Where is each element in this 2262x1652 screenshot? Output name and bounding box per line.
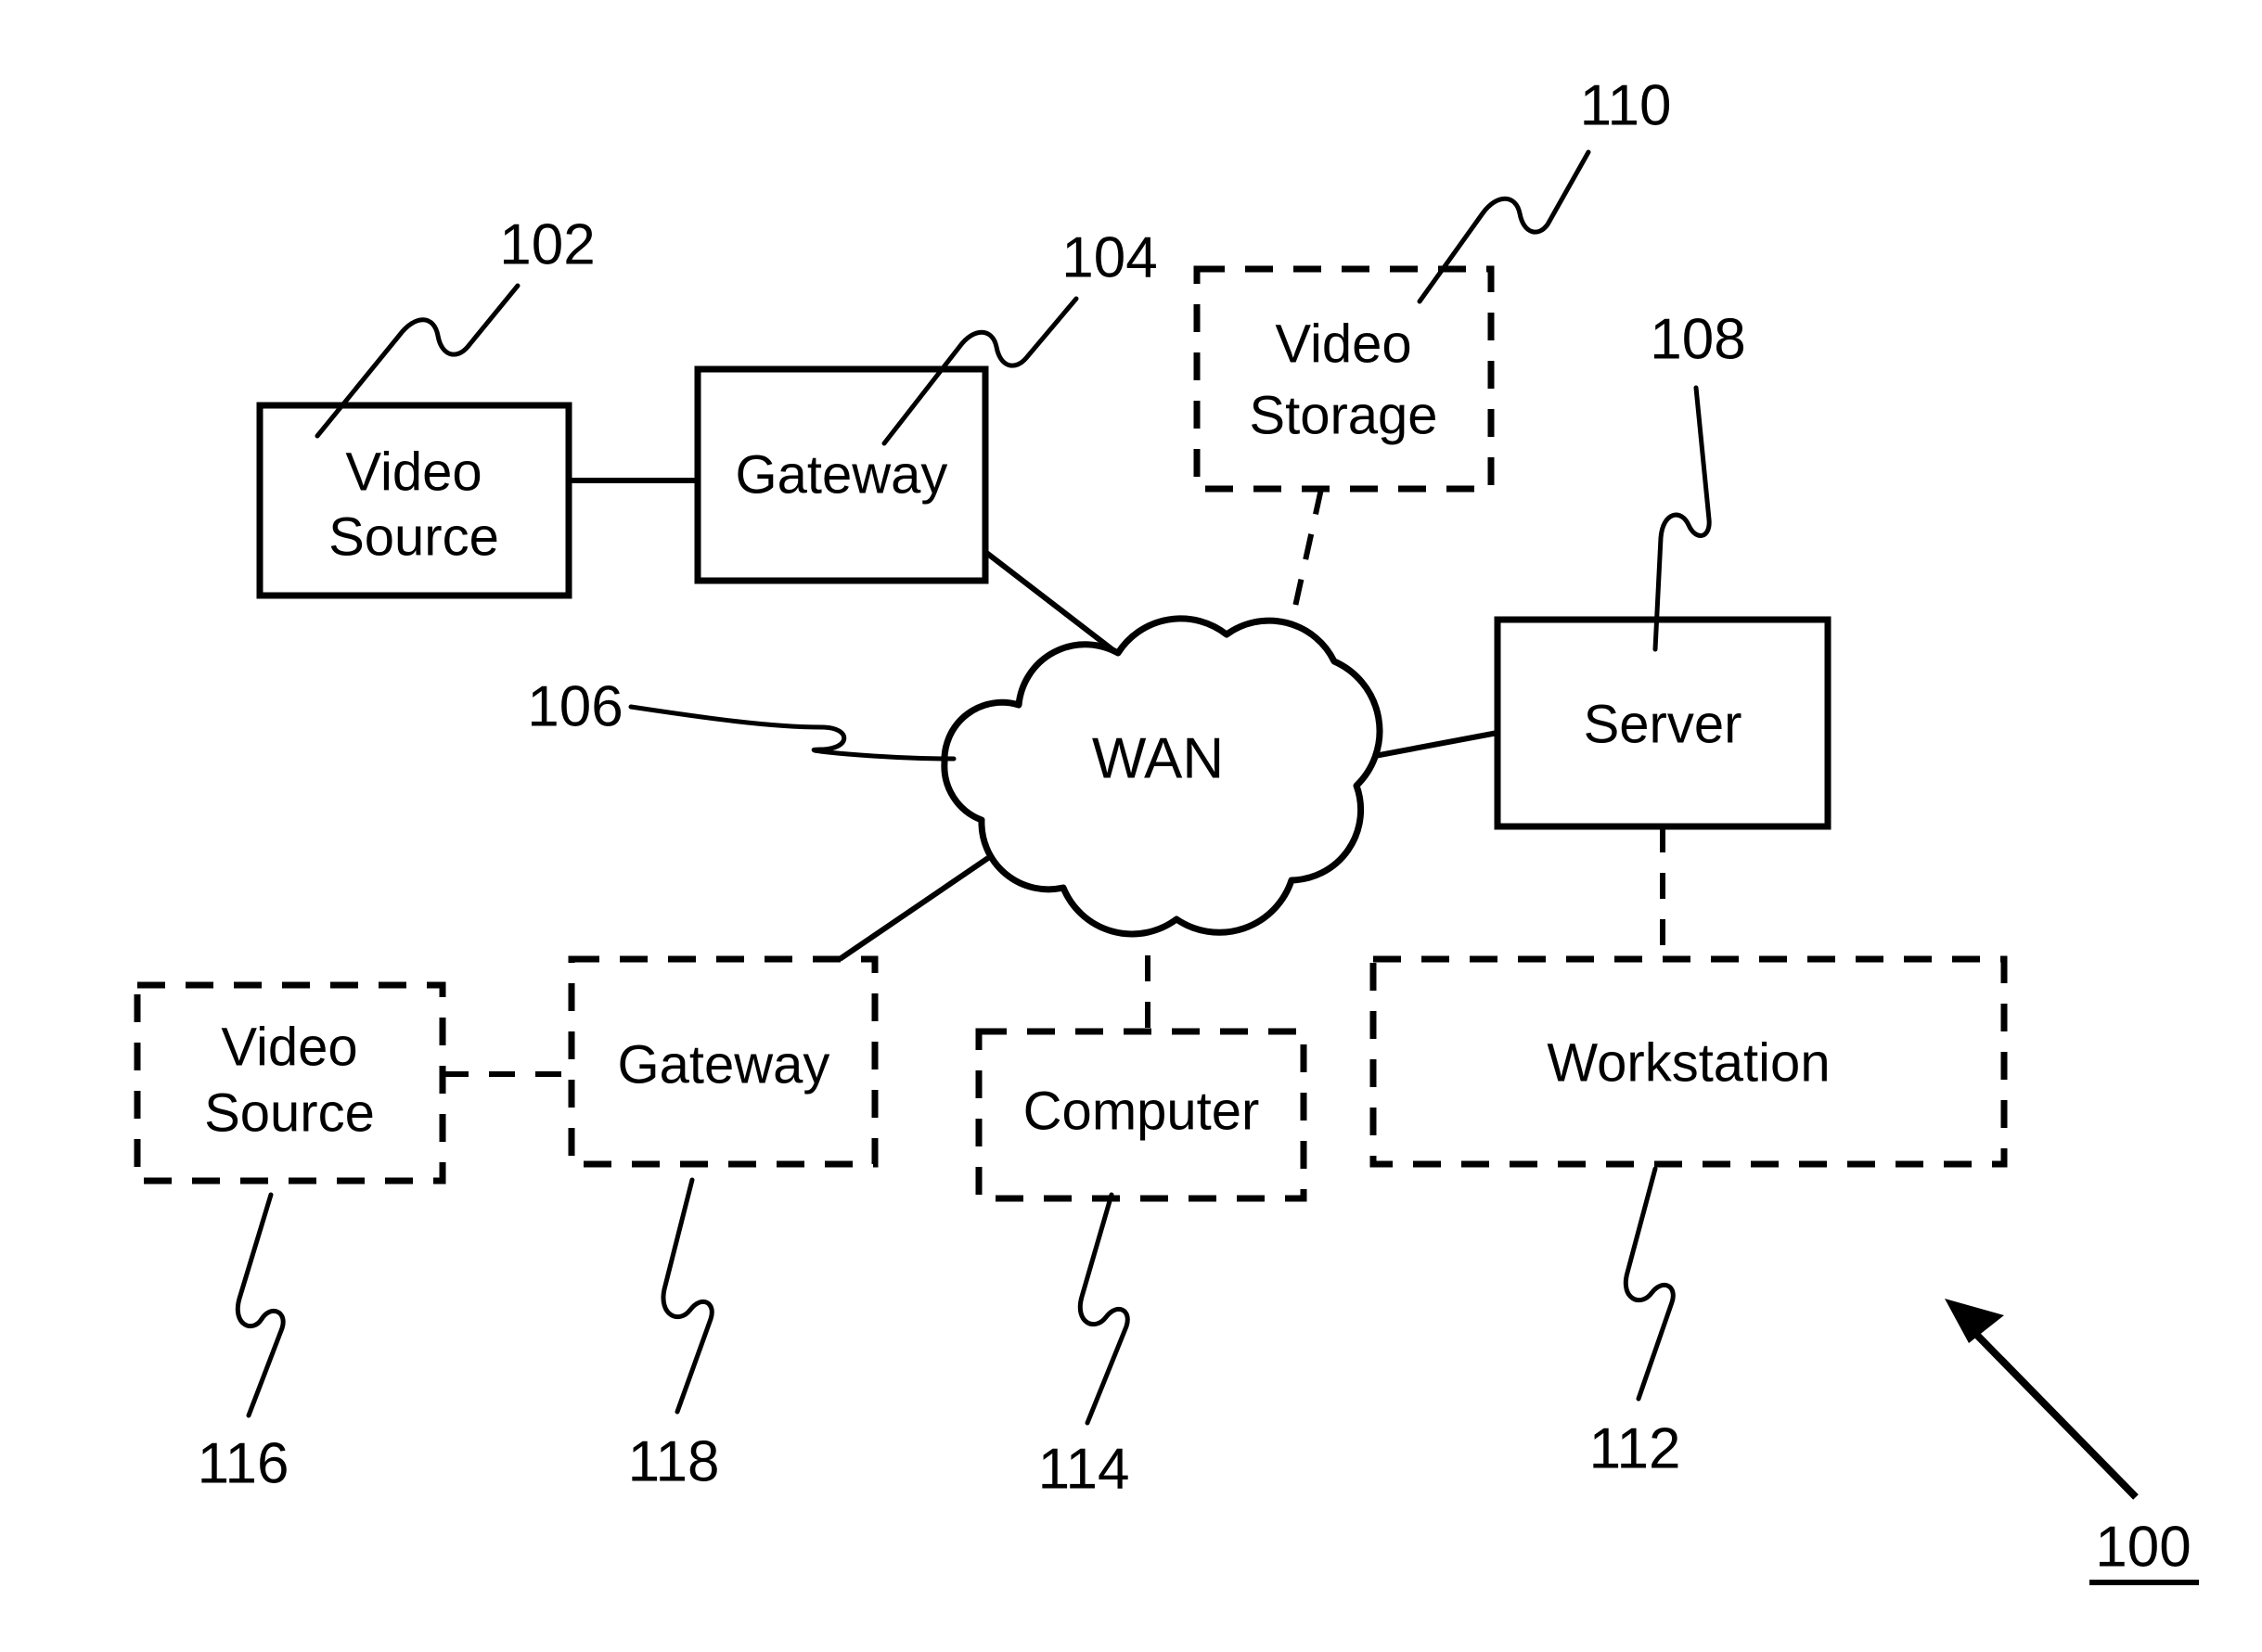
- link-video-storage-to-wan: [1285, 488, 1324, 641]
- reference-leader-104: 104: [881, 225, 1158, 446]
- video-source-bottom-label-line2: Source: [204, 1082, 375, 1143]
- video-source-bottom-label-line1: Video: [221, 1017, 357, 1077]
- reference-number-112: 112: [1589, 1416, 1681, 1480]
- workstation-label: Workstation: [1547, 1032, 1830, 1093]
- reference-number-102: 102: [499, 212, 595, 276]
- gateway-top-label: Gateway: [736, 444, 948, 505]
- node-video-source-bottom[interactable]: Video Source: [134, 981, 446, 1185]
- video-source-top-label-line1: Video: [345, 442, 482, 502]
- reference-number-114: 114: [1038, 1437, 1130, 1501]
- node-gateway-bottom[interactable]: Gateway: [568, 955, 879, 1168]
- node-video-storage[interactable]: Video Storage: [1193, 265, 1495, 493]
- figure-number-100: 100: [2095, 1515, 2191, 1579]
- node-workstation[interactable]: Workstation: [1369, 955, 2008, 1168]
- reference-number-106: 106: [527, 674, 623, 738]
- video-source-top-label-line2: Source: [328, 506, 499, 567]
- reference-leader-108: 108: [1650, 307, 1746, 652]
- figure-arrow-head: [1945, 1299, 2004, 1343]
- reference-number-110: 110: [1580, 73, 1672, 137]
- video-storage-box: [1193, 265, 1495, 493]
- figure-arrow-shaft: [1955, 1313, 2139, 1500]
- link-wan-to-gateway-bottom: [838, 855, 990, 962]
- reference-leader-106: 106: [527, 674, 957, 762]
- figure-canvas: Video Source Gateway Video Storage WAN S…: [0, 0, 2262, 1652]
- figure-reference-100: 100: [1945, 1299, 2199, 1585]
- video-storage-label-line2: Storage: [1249, 385, 1437, 445]
- network-diagram: Video Source Gateway Video Storage WAN S…: [134, 73, 2199, 1585]
- reference-number-104: 104: [1061, 225, 1157, 289]
- computer-label: Computer: [1023, 1081, 1260, 1141]
- reference-number-116: 116: [198, 1431, 289, 1495]
- wan-label: WAN: [1092, 726, 1224, 790]
- link-gateway-to-wan: [983, 549, 1120, 657]
- node-gateway-top[interactable]: Gateway: [694, 365, 989, 584]
- reference-number-108: 108: [1650, 307, 1745, 371]
- reference-leader-118: 118: [628, 1177, 720, 1493]
- server-label: Server: [1584, 694, 1742, 754]
- video-storage-label-line1: Video: [1275, 314, 1411, 374]
- reference-number-118: 118: [628, 1429, 720, 1493]
- node-server[interactable]: Server: [1494, 616, 1831, 830]
- node-video-source-top[interactable]: Video Source: [256, 402, 572, 599]
- node-wan-cloud[interactable]: WAN: [941, 615, 1383, 938]
- gateway-bottom-label: Gateway: [618, 1034, 830, 1095]
- reference-leader-114: 114: [1038, 1192, 1130, 1501]
- reference-leader-112: 112: [1589, 1166, 1681, 1480]
- reference-leader-116: 116: [198, 1192, 289, 1495]
- node-computer[interactable]: Computer: [975, 1028, 1307, 1202]
